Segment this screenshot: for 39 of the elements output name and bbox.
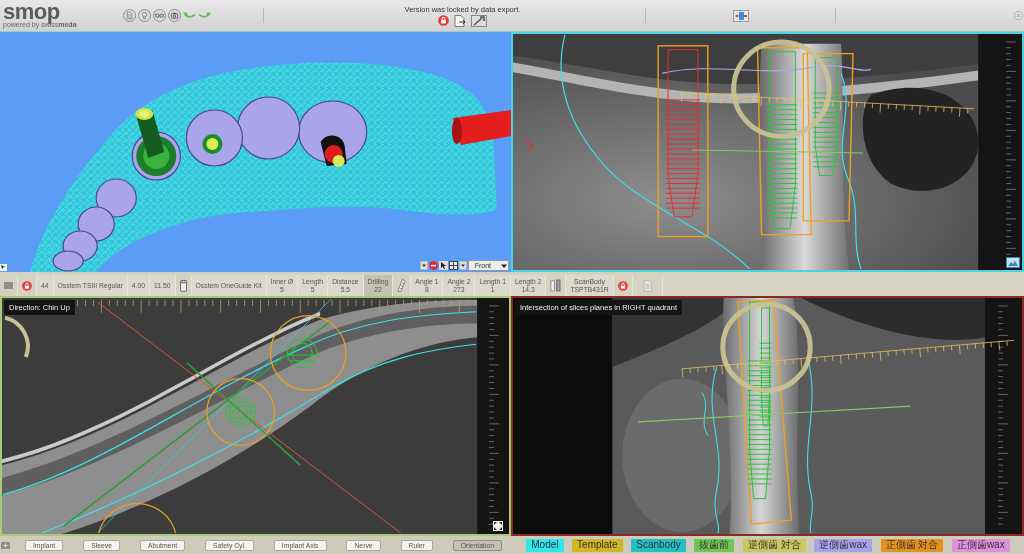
lock-icon[interactable]	[22, 280, 32, 291]
implant-marker[interactable]	[202, 134, 223, 154]
lightbulb-icon[interactable]	[138, 9, 151, 22]
drill-icon	[397, 278, 407, 293]
glasses-icon[interactable]	[153, 9, 166, 22]
caret-icon[interactable]	[458, 261, 467, 270]
caret-icon	[501, 262, 507, 269]
cylinder-icon	[179, 278, 187, 293]
layer-toggle[interactable]: Scanbody	[631, 538, 686, 552]
layout-icon[interactable]	[732, 9, 749, 22]
layer-toggle[interactable]: Template	[572, 538, 623, 552]
layer-toggle[interactable]: 正側歯wax	[951, 538, 1010, 552]
tooth	[236, 96, 301, 160]
plus-icon[interactable]	[1, 541, 10, 549]
picture-icon[interactable]	[1006, 257, 1020, 268]
implant-marker[interactable]	[135, 108, 177, 176]
lock-icon[interactable]	[438, 15, 449, 26]
lock-icon[interactable]	[617, 280, 628, 291]
bars-icon	[550, 279, 562, 292]
tooth	[95, 178, 137, 218]
layer-toggle[interactable]: 抜歯前	[694, 538, 735, 552]
close-icon[interactable]	[1014, 11, 1023, 20]
arrow-icon[interactable]	[471, 14, 487, 27]
document-arrow-icon[interactable]	[453, 14, 467, 27]
cylinder-marker	[451, 110, 511, 145]
layer-toggle[interactable]: 逆側歯wax	[814, 538, 872, 552]
cursor-icon[interactable]	[0, 264, 7, 271]
caret-icon[interactable]	[419, 261, 428, 270]
implant-marker[interactable]	[320, 135, 347, 167]
layer-toggle[interactable]: 正側歯 対合	[880, 538, 944, 552]
grid-icon[interactable]	[448, 261, 458, 270]
camera-icon[interactable]	[168, 9, 181, 22]
layer-toggle[interactable]: 逆側歯 対合	[742, 538, 806, 552]
expand-icon[interactable]	[493, 521, 503, 531]
document-icon[interactable]	[123, 9, 136, 22]
stop-icon[interactable]	[428, 261, 438, 270]
layer-toggle[interactable]: Model	[526, 538, 564, 552]
cursor-icon[interactable]	[438, 261, 448, 270]
tooth	[77, 206, 115, 242]
